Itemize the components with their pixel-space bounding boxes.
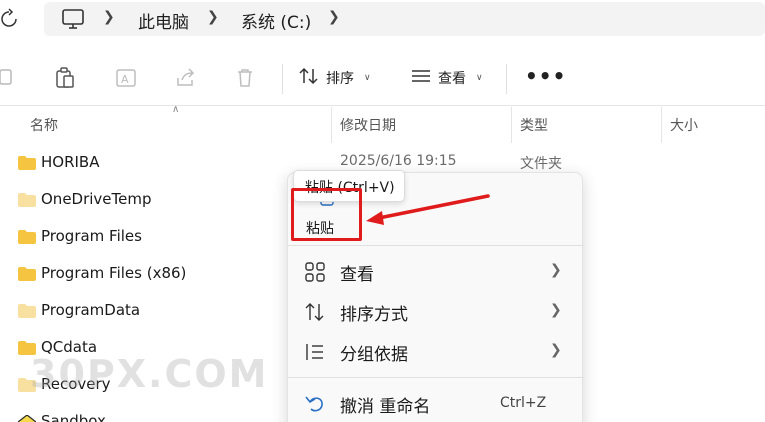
menu-item-label: 排序方式 bbox=[340, 305, 408, 325]
shortcut-hint: Ctrl+Z bbox=[500, 395, 547, 411]
annotation-arrow-icon bbox=[366, 194, 490, 225]
computer-icon bbox=[60, 6, 86, 32]
address-bar: ❯ 此电脑 ❯ 系统 (C:) ❯ bbox=[0, 0, 765, 40]
menu-divider bbox=[288, 245, 584, 246]
folder-icon bbox=[18, 229, 36, 244]
file-name: Program Files bbox=[41, 227, 142, 245]
sort-button[interactable]: 排序 ∨ bbox=[298, 66, 371, 90]
view-list-icon bbox=[410, 66, 432, 90]
rename-icon[interactable]: A bbox=[114, 66, 138, 90]
menu-item-view[interactable]: 查看 ❯ bbox=[288, 251, 584, 291]
menu-item-sort-by[interactable]: 排序方式 ❯ bbox=[288, 291, 584, 331]
file-name: OneDriveTemp bbox=[41, 190, 152, 208]
file-name: ProgramData bbox=[41, 301, 141, 319]
delete-icon[interactable] bbox=[233, 66, 257, 90]
watermark-logo: 30PX.COM bbox=[30, 352, 269, 396]
file-name: HORIBA bbox=[41, 153, 100, 171]
share-icon[interactable] bbox=[174, 66, 198, 90]
file-name: Program Files (x86) bbox=[41, 264, 187, 282]
undo-icon bbox=[304, 393, 326, 415]
chevron-right-icon: ❯ bbox=[550, 262, 562, 278]
refresh-icon[interactable] bbox=[0, 8, 18, 30]
folder-icon bbox=[18, 192, 36, 207]
sort-arrows-icon bbox=[298, 66, 320, 90]
menu-divider bbox=[288, 377, 584, 378]
chevron-down-icon: ∨ bbox=[364, 73, 371, 83]
annotation-highlight-box bbox=[291, 188, 362, 241]
paste-icon[interactable] bbox=[53, 66, 77, 90]
file-name: Sandbox bbox=[41, 412, 106, 422]
breadcrumb-drive-c[interactable]: 系统 (C:) bbox=[241, 8, 311, 33]
group-list-icon bbox=[304, 341, 326, 363]
sandbox-icon bbox=[17, 414, 37, 422]
toolbar-divider bbox=[282, 64, 283, 94]
grid-view-icon bbox=[304, 261, 326, 283]
view-button[interactable]: 查看 ∨ bbox=[410, 66, 483, 90]
breadcrumb-this-pc[interactable]: 此电脑 bbox=[138, 8, 189, 33]
file-date: 2025/6/16 19:15 bbox=[340, 153, 457, 169]
more-options-button[interactable]: ••• bbox=[525, 64, 566, 88]
column-divider[interactable] bbox=[511, 107, 512, 143]
chevron-right-icon: ❯ bbox=[550, 342, 562, 358]
menu-item-label: 撤消 重命名 bbox=[340, 397, 431, 417]
chevron-right-icon[interactable]: ❯ bbox=[103, 9, 115, 25]
view-label: 查看 bbox=[438, 71, 466, 87]
svg-text:A: A bbox=[121, 73, 129, 86]
sort-arrows-icon bbox=[304, 301, 326, 323]
copy-icon[interactable] bbox=[0, 66, 18, 90]
sort-ascending-icon: ∧ bbox=[172, 104, 180, 115]
column-divider[interactable] bbox=[661, 107, 662, 143]
command-bar: A 排序 ∨ 查看 ∨ ••• bbox=[0, 50, 765, 106]
chevron-down-icon: ∨ bbox=[476, 73, 483, 83]
folder-icon bbox=[18, 155, 36, 170]
folder-icon bbox=[18, 266, 36, 281]
menu-item-group-by[interactable]: 分组依据 ❯ bbox=[288, 331, 584, 371]
menu-item-undo-rename[interactable]: 撤消 重命名 Ctrl+Z bbox=[288, 383, 584, 422]
menu-item-label: 查看 bbox=[340, 265, 374, 285]
file-type: 文件夹 bbox=[520, 156, 562, 172]
chevron-right-icon[interactable]: ❯ bbox=[207, 9, 219, 25]
column-divider[interactable] bbox=[331, 107, 332, 143]
chevron-right-icon[interactable]: ❯ bbox=[328, 9, 340, 25]
chevron-right-icon: ❯ bbox=[550, 302, 562, 318]
menu-item-label: 分组依据 bbox=[340, 345, 408, 365]
toolbar-divider bbox=[506, 64, 507, 94]
sort-label: 排序 bbox=[326, 71, 354, 87]
folder-icon bbox=[18, 303, 36, 318]
